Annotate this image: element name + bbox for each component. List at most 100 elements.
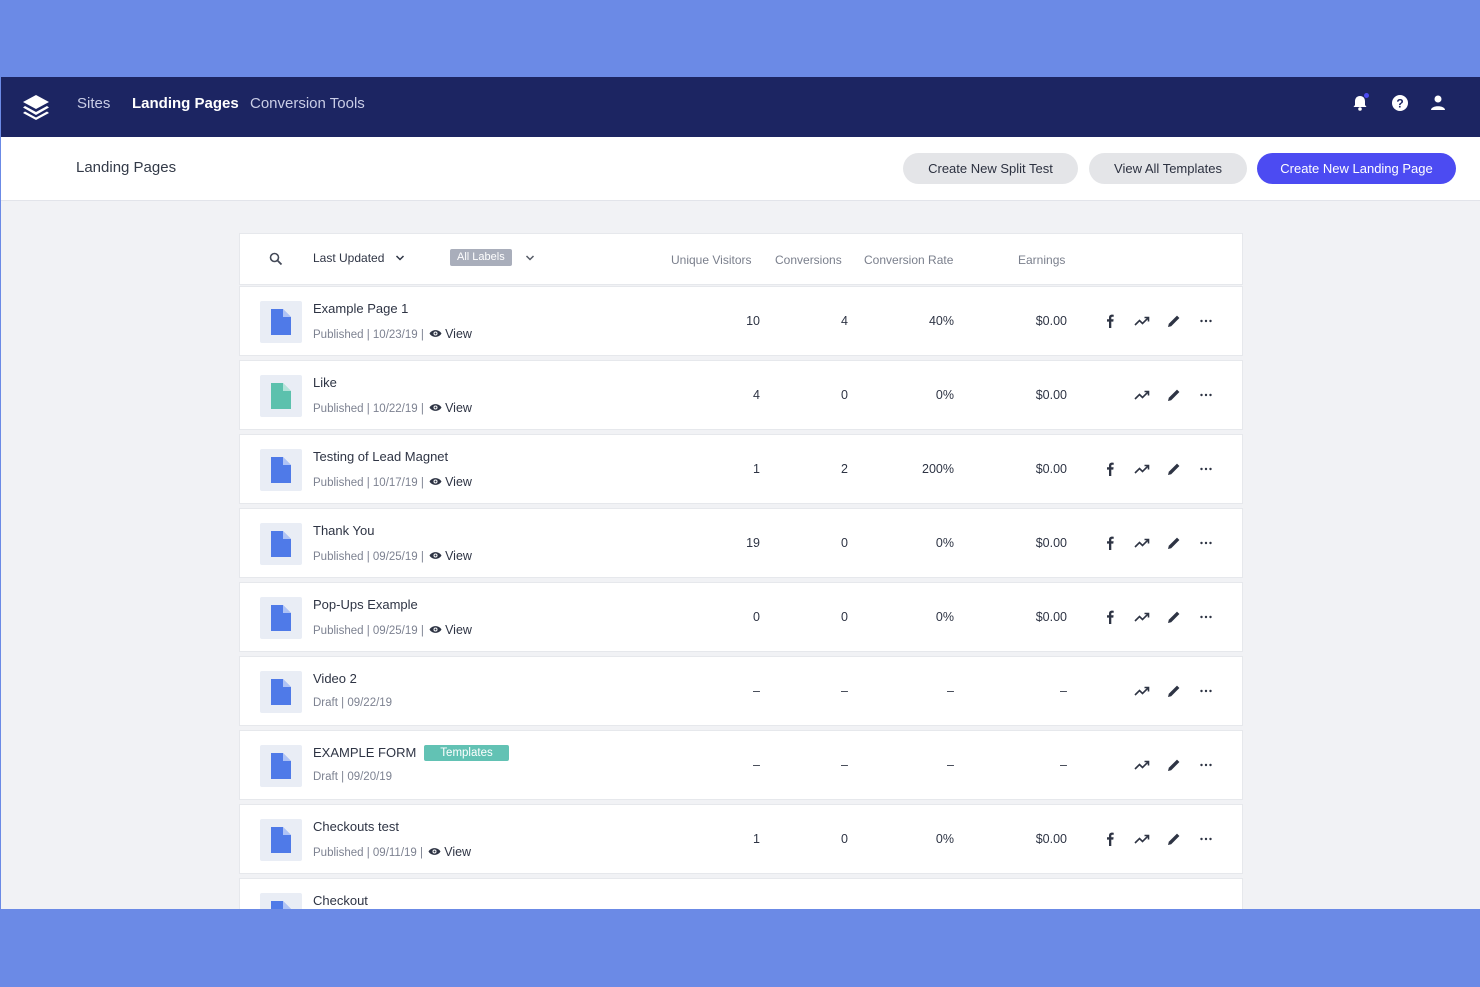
- eye-icon[interactable]: [428, 847, 441, 856]
- labels-filter[interactable]: All Labels: [450, 249, 512, 266]
- view-all-templates-button[interactable]: View All Templates: [1089, 153, 1247, 184]
- column-conversion-rate[interactable]: Conversion Rate: [864, 253, 953, 267]
- trend-stats-icon[interactable]: [1134, 387, 1150, 403]
- edit-pencil-icon[interactable]: [1166, 387, 1182, 403]
- conversions-value: 0: [841, 610, 848, 624]
- page-title-cell[interactable]: Pop-Ups Example: [313, 597, 418, 612]
- page-thumbnail[interactable]: [260, 671, 302, 713]
- page-name[interactable]: Like: [313, 375, 337, 390]
- meta-separator: |: [337, 697, 348, 709]
- facebook-icon[interactable]: [1102, 535, 1118, 551]
- trend-stats-icon[interactable]: [1134, 313, 1150, 329]
- more-options-icon[interactable]: [1198, 831, 1214, 847]
- table-row[interactable]: Example Page 1 Published | 10/23/19 | Vie…: [239, 286, 1243, 356]
- page-title-cell[interactable]: Checkouts test: [313, 819, 399, 834]
- trend-stats-icon[interactable]: [1134, 683, 1150, 699]
- page-name[interactable]: Thank You: [313, 523, 374, 538]
- facebook-icon[interactable]: [1102, 831, 1118, 847]
- page-thumbnail[interactable]: [260, 893, 302, 909]
- page-title-cell[interactable]: EXAMPLE FORM Templates: [313, 745, 509, 761]
- page-thumbnail[interactable]: [260, 301, 302, 343]
- table-row[interactable]: Checkout: [239, 878, 1243, 909]
- page-name[interactable]: Video 2: [313, 671, 357, 686]
- trend-stats-icon[interactable]: [1134, 757, 1150, 773]
- eye-icon[interactable]: [429, 625, 442, 634]
- trend-stats-icon[interactable]: [1134, 535, 1150, 551]
- page-name[interactable]: Checkout: [313, 893, 368, 908]
- view-link[interactable]: View: [445, 401, 472, 415]
- eye-icon[interactable]: [429, 551, 442, 560]
- create-split-test-button[interactable]: Create New Split Test: [903, 153, 1078, 184]
- edit-pencil-icon[interactable]: [1166, 535, 1182, 551]
- edit-pencil-icon[interactable]: [1166, 683, 1182, 699]
- table-row[interactable]: Pop-Ups Example Published | 09/25/19 | Vi…: [239, 582, 1243, 652]
- edit-pencil-icon[interactable]: [1166, 831, 1182, 847]
- sort-dropdown[interactable]: Last Updated: [313, 251, 384, 265]
- help-icon[interactable]: ?: [1390, 93, 1410, 113]
- table-row[interactable]: EXAMPLE FORM Templates Draft | 09/20/19 – – –…: [239, 730, 1243, 800]
- page-title-cell[interactable]: Video 2: [313, 671, 357, 686]
- search-icon[interactable]: [269, 252, 283, 266]
- table-row[interactable]: Like Published | 10/22/19 | View 4 0 0% $0.00: [239, 360, 1243, 430]
- page-thumbnail[interactable]: [260, 449, 302, 491]
- page-thumbnail[interactable]: [260, 745, 302, 787]
- eye-icon[interactable]: [429, 403, 442, 412]
- page-title-cell[interactable]: Checkout: [313, 893, 368, 908]
- table-row[interactable]: Video 2 Draft | 09/22/19 – – – –: [239, 656, 1243, 726]
- more-options-icon[interactable]: [1198, 757, 1214, 773]
- page-title-cell[interactable]: Thank You: [313, 523, 374, 538]
- page-title-cell[interactable]: Example Page 1: [313, 301, 408, 316]
- more-options-icon[interactable]: [1198, 313, 1214, 329]
- edit-pencil-icon[interactable]: [1166, 609, 1182, 625]
- view-link[interactable]: View: [445, 623, 472, 637]
- bell-icon[interactable]: [1350, 93, 1370, 113]
- view-link[interactable]: View: [445, 549, 472, 563]
- create-landing-page-button[interactable]: Create New Landing Page: [1257, 153, 1456, 184]
- chevron-down-icon[interactable]: [525, 253, 535, 263]
- page-name[interactable]: Testing of Lead Magnet: [313, 449, 448, 464]
- trend-stats-icon[interactable]: [1134, 461, 1150, 477]
- view-link[interactable]: View: [444, 845, 471, 859]
- nav-landing-pages[interactable]: Landing Pages: [132, 95, 239, 112]
- more-options-icon[interactable]: [1198, 683, 1214, 699]
- user-icon[interactable]: [1428, 93, 1448, 113]
- column-unique-visitors[interactable]: Unique Visitors: [671, 253, 751, 267]
- eye-icon[interactable]: [429, 329, 442, 338]
- page-name[interactable]: Pop-Ups Example: [313, 597, 418, 612]
- landing-pages-table: Last Updated All Labels Unique Visitors …: [239, 233, 1243, 909]
- edit-pencil-icon[interactable]: [1166, 313, 1182, 329]
- eye-icon[interactable]: [429, 477, 442, 486]
- nav-conversion-tools[interactable]: Conversion Tools: [250, 95, 365, 112]
- table-row[interactable]: Testing of Lead Magnet Published | 10/17/…: [239, 434, 1243, 504]
- page-name[interactable]: EXAMPLE FORM: [313, 745, 416, 760]
- column-earnings[interactable]: Earnings: [1018, 253, 1065, 267]
- unique-visitors-value: 19: [746, 536, 760, 550]
- facebook-icon[interactable]: [1102, 609, 1118, 625]
- trend-stats-icon[interactable]: [1134, 609, 1150, 625]
- edit-pencil-icon[interactable]: [1166, 757, 1182, 773]
- facebook-icon[interactable]: [1102, 313, 1118, 329]
- page-thumbnail[interactable]: [260, 819, 302, 861]
- chevron-down-icon[interactable]: [395, 253, 405, 263]
- page-title-cell[interactable]: Like: [313, 375, 337, 390]
- column-conversions[interactable]: Conversions: [775, 253, 842, 267]
- page-name[interactable]: Example Page 1: [313, 301, 408, 316]
- page-thumbnail[interactable]: [260, 523, 302, 565]
- more-options-icon[interactable]: [1198, 609, 1214, 625]
- nav-sites[interactable]: Sites: [77, 95, 110, 112]
- view-link[interactable]: View: [445, 327, 472, 341]
- table-row[interactable]: Thank You Published | 09/25/19 | View 19 0 0…: [239, 508, 1243, 578]
- facebook-icon[interactable]: [1102, 461, 1118, 477]
- page-thumbnail[interactable]: [260, 597, 302, 639]
- table-row[interactable]: Checkouts test Published | 09/11/19 | Vie…: [239, 804, 1243, 874]
- page-title-cell[interactable]: Testing of Lead Magnet: [313, 449, 448, 464]
- trend-stats-icon[interactable]: [1134, 831, 1150, 847]
- edit-pencil-icon[interactable]: [1166, 461, 1182, 477]
- more-options-icon[interactable]: [1198, 535, 1214, 551]
- more-options-icon[interactable]: [1198, 461, 1214, 477]
- page-thumbnail[interactable]: [260, 375, 302, 417]
- page-name[interactable]: Checkouts test: [313, 819, 399, 834]
- view-link[interactable]: View: [445, 475, 472, 489]
- layers-logo-icon[interactable]: [21, 93, 51, 121]
- more-options-icon[interactable]: [1198, 387, 1214, 403]
